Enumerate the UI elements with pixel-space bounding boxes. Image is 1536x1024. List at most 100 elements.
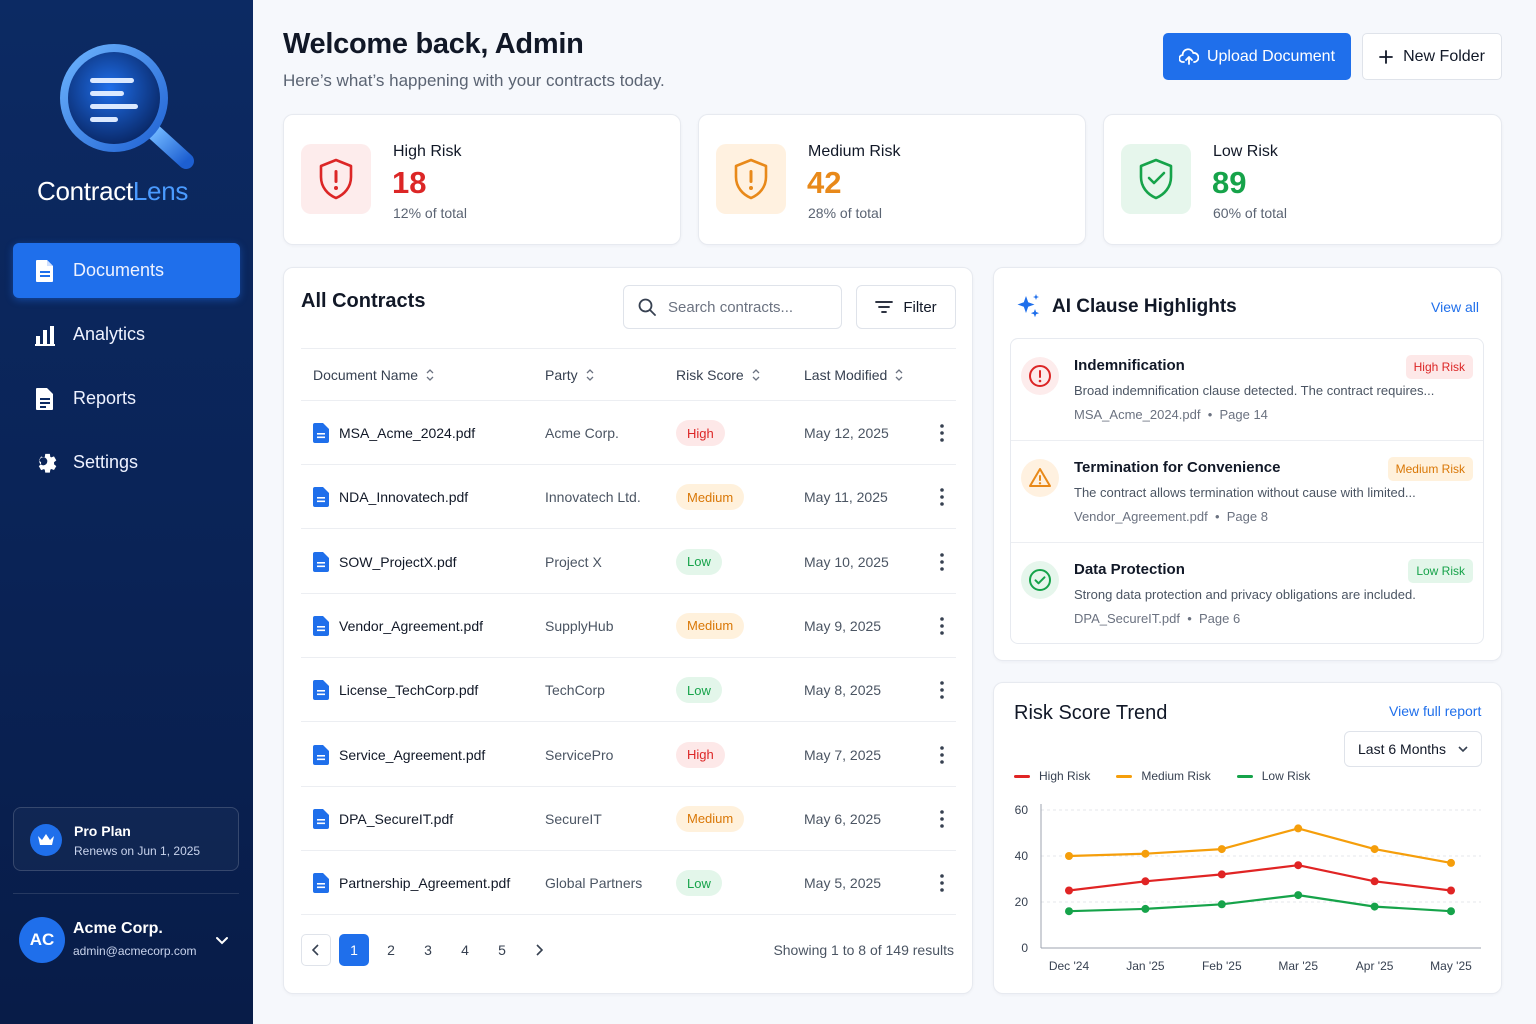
more-vertical-icon[interactable] xyxy=(937,616,947,636)
clause-item[interactable]: Indemnification High Risk Broad indemnif… xyxy=(1011,339,1483,441)
document-name-cell[interactable]: License_TechCorp.pdf xyxy=(313,680,479,701)
document-name-cell[interactable]: Vendor_Agreement.pdf xyxy=(313,615,483,636)
more-vertical-icon[interactable] xyxy=(937,487,947,507)
document-name-cell[interactable]: Partnership_Agreement.pdf xyxy=(313,873,511,894)
series-line xyxy=(1068,827,1452,864)
risk-badge: Medium xyxy=(676,484,745,511)
table-row[interactable]: License_TechCorp.pdf TechCorp Low May 8, 20… xyxy=(301,658,956,723)
chevron-down-icon[interactable] xyxy=(214,932,230,948)
page-button-3[interactable]: 3 xyxy=(413,934,443,966)
chevron-left-icon xyxy=(312,944,319,956)
pdf-file-icon xyxy=(313,487,329,508)
clause-item[interactable]: Data Protection Low Risk Strong data pro… xyxy=(1011,543,1483,643)
document-name-cell[interactable]: NDA_Innovatech.pdf xyxy=(313,487,468,508)
clause-title: Termination for Convenience xyxy=(1074,459,1281,476)
document-name-cell[interactable]: DPA_SecureIT.pdf xyxy=(313,808,454,829)
page-button-2[interactable]: 2 xyxy=(376,934,406,966)
document-name: SOW_ProjectX.pdf xyxy=(339,553,457,570)
more-vertical-icon[interactable] xyxy=(937,809,947,829)
y-tick-label: 0 xyxy=(1021,941,1028,955)
clause-file[interactable]: Vendor_Agreement.pdf xyxy=(1074,509,1208,524)
last-modified-cell: May 8, 2025 xyxy=(804,682,882,699)
x-tick-label: May '25 xyxy=(1430,959,1472,973)
pdf-file-icon xyxy=(313,680,329,701)
page-button-4[interactable]: 4 xyxy=(450,934,480,966)
risk-badge: High Risk xyxy=(1405,355,1473,379)
y-tick-label: 60 xyxy=(1015,803,1029,817)
more-vertical-icon[interactable] xyxy=(937,745,947,765)
document-name-cell[interactable]: SOW_ProjectX.pdf xyxy=(313,551,457,572)
data-point xyxy=(1294,891,1303,900)
stat-percent: 28% of total xyxy=(808,205,882,221)
more-vertical-icon[interactable] xyxy=(937,680,947,700)
clause-description: Broad indemnification clause detected. T… xyxy=(1074,383,1435,398)
table-row[interactable]: Partnership_Agreement.pdf Global Partners… xyxy=(301,851,956,916)
sidebar-item-reports[interactable]: Reports xyxy=(13,371,240,426)
party-cell: Acme Corp. xyxy=(545,425,619,441)
document-name: DPA_SecureIT.pdf xyxy=(339,810,454,827)
page-button-1[interactable]: 1 xyxy=(339,934,369,966)
pdf-file-icon xyxy=(313,808,329,829)
data-point xyxy=(1217,900,1226,909)
data-point xyxy=(1141,877,1150,886)
document-name: License_TechCorp.pdf xyxy=(339,682,479,699)
risk-badge: Low xyxy=(676,548,722,575)
medium-risk-card[interactable]: Medium Risk 42 28% of total xyxy=(698,114,1086,245)
document-name-cell[interactable]: Service_Agreement.pdf xyxy=(313,744,485,765)
upload-document-button[interactable]: Upload Document xyxy=(1163,33,1351,80)
brand-logo[interactable]: ContractLens xyxy=(0,36,253,216)
table-row[interactable]: Service_Agreement.pdf ServicePro High May 7… xyxy=(301,723,956,787)
high-risk-card[interactable]: High Risk 18 12% of total xyxy=(283,114,681,245)
party-cell: Project X xyxy=(545,553,602,570)
clause-page: Page 8 xyxy=(1226,509,1268,524)
table-row[interactable]: DPA_SecureIT.pdf SecureIT Medium May 6, 202… xyxy=(301,787,956,851)
column-header-document-name[interactable]: Document Name xyxy=(313,367,434,383)
x-tick-label: Mar '25 xyxy=(1278,959,1318,973)
sidebar-nav: Documents Analytics Reports Settings xyxy=(13,243,240,499)
data-point xyxy=(1294,861,1303,870)
avatar[interactable]: AC xyxy=(19,917,65,963)
column-header-last-modified[interactable]: Last Modified xyxy=(804,367,903,383)
more-vertical-icon[interactable] xyxy=(937,552,947,572)
filter-button[interactable]: Filter xyxy=(856,285,956,329)
table-row[interactable]: SOW_ProjectX.pdf Project X Low May 10, 2025 xyxy=(301,530,956,594)
clause-item[interactable]: Termination for Convenience Medium Risk … xyxy=(1011,441,1483,543)
document-name: Partnership_Agreement.pdf xyxy=(339,875,511,892)
clause-file[interactable]: MSA_Acme_2024.pdf xyxy=(1074,407,1200,422)
data-point xyxy=(1447,886,1455,895)
document-icon xyxy=(33,259,57,283)
plan-card[interactable]: Pro Plan Renews on Jun 1, 2025 xyxy=(13,807,239,871)
table-row[interactable]: NDA_Innovatech.pdf Innovatech Ltd. Medium M… xyxy=(301,465,956,530)
table-row[interactable]: Vendor_Agreement.pdf SupplyHub Medium May 9… xyxy=(301,594,956,658)
page-subtitle: Here’s what’s happening with your contra… xyxy=(283,71,665,90)
more-vertical-icon[interactable] xyxy=(937,873,947,893)
more-vertical-icon[interactable] xyxy=(937,423,947,443)
document-name-cell[interactable]: MSA_Acme_2024.pdf xyxy=(313,423,475,443)
sort-icon xyxy=(752,369,760,381)
low-risk-card[interactable]: Low Risk 89 60% of total xyxy=(1103,114,1502,245)
shield-check-icon xyxy=(1121,144,1191,214)
table-row[interactable]: MSA_Acme_2024.pdf Acme Corp. High May 12, 2… xyxy=(301,401,956,465)
data-point xyxy=(1217,845,1226,854)
clause-description: The contract allows termination without … xyxy=(1074,485,1416,500)
x-tick-label: Jan '25 xyxy=(1126,959,1165,973)
user-email: admin@acmecorp.com xyxy=(73,944,197,958)
new-folder-button[interactable]: New Folder xyxy=(1362,33,1502,80)
view-all-link[interactable]: View all xyxy=(1431,299,1479,315)
check-circle-icon xyxy=(1021,561,1059,599)
search-box[interactable] xyxy=(623,285,842,329)
column-header-risk-score[interactable]: Risk Score xyxy=(676,367,760,383)
sidebar-item-settings[interactable]: Settings xyxy=(13,435,240,490)
x-tick-label: Apr '25 xyxy=(1356,959,1394,973)
column-header-party[interactable]: Party xyxy=(545,367,594,383)
sidebar-item-documents[interactable]: Documents xyxy=(13,243,240,298)
sidebar-item-analytics[interactable]: Analytics xyxy=(13,307,240,362)
clause-file[interactable]: DPA_SecureIT.pdf xyxy=(1074,611,1180,626)
page-title: Welcome back, Admin xyxy=(283,28,584,60)
prev-page-button[interactable] xyxy=(301,934,331,966)
next-page-button[interactable] xyxy=(524,934,554,966)
document-name: MSA_Acme_2024.pdf xyxy=(339,425,476,441)
search-input[interactable] xyxy=(668,298,808,316)
page-button-5[interactable]: 5 xyxy=(487,934,517,966)
last-modified-cell: May 7, 2025 xyxy=(804,746,882,763)
